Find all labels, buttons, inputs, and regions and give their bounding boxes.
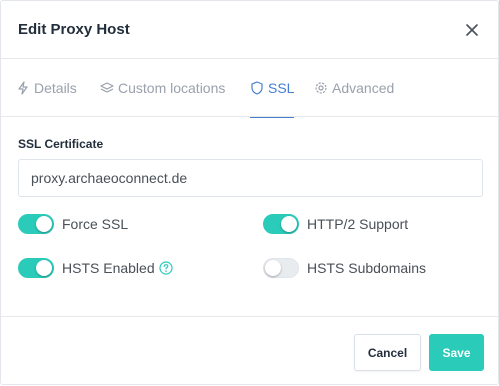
modal-footer: Cancel Save [1, 316, 499, 386]
tab-custom-locations[interactable]: Custom locations [100, 59, 225, 117]
force-ssl-switch[interactable] [18, 214, 54, 234]
force-ssl-toggle[interactable]: Force SSL [18, 213, 128, 235]
edit-proxy-host-modal: Edit Proxy Host Details Custom locations… [0, 0, 499, 385]
tab-advanced-label: Advanced [332, 80, 395, 96]
close-icon[interactable] [462, 20, 482, 40]
tab-advanced[interactable]: Advanced [314, 59, 394, 117]
help-circle-icon[interactable] [159, 261, 173, 275]
cancel-button[interactable]: Cancel [354, 334, 421, 371]
ssl-certificate-label: SSL Certificate [18, 137, 104, 151]
hsts-subdomains-switch[interactable] [263, 258, 299, 278]
tab-details-label: Details [34, 80, 77, 96]
http2-support-switch[interactable] [263, 214, 299, 234]
hsts-enabled-toggle[interactable]: HSTS Enabled [18, 257, 173, 279]
ssl-certificate-field[interactable] [18, 159, 483, 197]
switch-knob [265, 260, 281, 276]
http2-support-toggle[interactable]: HTTP/2 Support [263, 213, 408, 235]
hsts-subdomains-label: HSTS Subdomains [307, 260, 427, 276]
force-ssl-label: Force SSL [62, 216, 129, 232]
tab-ssl-label: SSL [268, 80, 295, 96]
hsts-enabled-switch[interactable] [18, 258, 54, 278]
gear-icon [314, 81, 328, 95]
tab-bar: Details Custom locations SSL Advanced [1, 59, 499, 118]
switch-knob [36, 216, 52, 232]
lightning-icon [16, 81, 30, 95]
tab-details[interactable]: Details [16, 59, 77, 117]
modal-header: Edit Proxy Host [1, 1, 499, 59]
modal-title: Edit Proxy Host [18, 21, 130, 38]
http2-support-label: HTTP/2 Support [307, 216, 409, 232]
layers-icon [100, 81, 114, 95]
save-button[interactable]: Save [429, 334, 484, 371]
hsts-enabled-label: HSTS Enabled [62, 260, 155, 276]
shield-icon [250, 81, 264, 95]
tab-ssl[interactable]: SSL [250, 59, 295, 118]
switch-knob [281, 216, 297, 232]
tab-custom-locations-label: Custom locations [118, 80, 226, 96]
hsts-subdomains-toggle[interactable]: HSTS Subdomains [263, 257, 426, 279]
switch-knob [36, 260, 52, 276]
